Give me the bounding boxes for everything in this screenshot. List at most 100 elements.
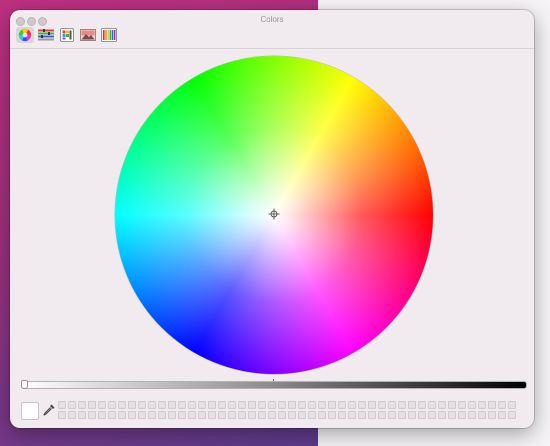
empty-swatch[interactable] xyxy=(248,411,256,419)
empty-swatch[interactable] xyxy=(318,411,326,419)
tab-image-palettes[interactable] xyxy=(79,27,97,43)
empty-swatch[interactable] xyxy=(168,401,176,409)
empty-swatch[interactable] xyxy=(448,411,456,419)
empty-swatch[interactable] xyxy=(478,411,486,419)
tab-pencils[interactable] xyxy=(100,27,118,43)
empty-swatch[interactable] xyxy=(388,411,396,419)
empty-swatch[interactable] xyxy=(438,411,446,419)
empty-swatch[interactable] xyxy=(218,401,226,409)
brightness-slider-knob[interactable] xyxy=(21,380,28,389)
empty-swatch[interactable] xyxy=(348,401,356,409)
empty-swatch[interactable] xyxy=(428,401,436,409)
empty-swatch[interactable] xyxy=(118,411,126,419)
empty-swatch[interactable] xyxy=(498,411,506,419)
tab-color-sliders[interactable] xyxy=(37,27,55,43)
empty-swatch[interactable] xyxy=(218,411,226,419)
empty-swatch[interactable] xyxy=(258,411,266,419)
empty-swatch[interactable] xyxy=(118,401,126,409)
empty-swatch[interactable] xyxy=(108,401,116,409)
empty-swatch[interactable] xyxy=(398,411,406,419)
tab-color-wheel[interactable] xyxy=(16,27,34,43)
empty-swatch[interactable] xyxy=(308,411,316,419)
empty-swatch[interactable] xyxy=(78,411,86,419)
empty-swatch[interactable] xyxy=(328,401,336,409)
empty-swatch[interactable] xyxy=(128,411,136,419)
color-wheel-crosshair[interactable] xyxy=(268,208,280,220)
empty-swatch[interactable] xyxy=(438,401,446,409)
empty-swatch[interactable] xyxy=(398,401,406,409)
empty-swatch[interactable] xyxy=(408,411,416,419)
empty-swatch[interactable] xyxy=(98,401,106,409)
empty-swatch[interactable] xyxy=(188,411,196,419)
empty-swatch[interactable] xyxy=(108,411,116,419)
empty-swatch[interactable] xyxy=(158,411,166,419)
empty-swatch[interactable] xyxy=(378,411,386,419)
empty-swatch[interactable] xyxy=(378,401,386,409)
empty-swatch[interactable] xyxy=(268,411,276,419)
empty-swatch[interactable] xyxy=(208,411,216,419)
empty-swatch[interactable] xyxy=(158,401,166,409)
empty-swatch[interactable] xyxy=(238,401,246,409)
empty-swatch[interactable] xyxy=(368,411,376,419)
empty-swatch[interactable] xyxy=(418,401,426,409)
empty-swatch[interactable] xyxy=(278,401,286,409)
brightness-slider[interactable] xyxy=(21,381,527,389)
empty-swatch[interactable] xyxy=(68,401,76,409)
current-color-swatch[interactable] xyxy=(21,402,39,420)
empty-swatch[interactable] xyxy=(88,401,96,409)
empty-swatch[interactable] xyxy=(418,411,426,419)
empty-swatch[interactable] xyxy=(128,401,136,409)
empty-swatch[interactable] xyxy=(148,401,156,409)
empty-swatch[interactable] xyxy=(448,401,456,409)
empty-swatch[interactable] xyxy=(138,411,146,419)
empty-swatch[interactable] xyxy=(98,411,106,419)
empty-swatch[interactable] xyxy=(248,401,256,409)
empty-swatch[interactable] xyxy=(228,401,236,409)
empty-swatch[interactable] xyxy=(228,411,236,419)
empty-swatch[interactable] xyxy=(498,401,506,409)
empty-swatch[interactable] xyxy=(358,411,366,419)
empty-swatch[interactable] xyxy=(488,401,496,409)
empty-swatch[interactable] xyxy=(208,401,216,409)
empty-swatch[interactable] xyxy=(488,411,496,419)
empty-swatch[interactable] xyxy=(178,401,186,409)
empty-swatch[interactable] xyxy=(458,411,466,419)
empty-swatch[interactable] xyxy=(58,401,66,409)
empty-swatch[interactable] xyxy=(348,411,356,419)
empty-swatch[interactable] xyxy=(508,401,516,409)
empty-swatch[interactable] xyxy=(268,401,276,409)
empty-swatch[interactable] xyxy=(88,411,96,419)
empty-swatch[interactable] xyxy=(198,401,206,409)
empty-swatch[interactable] xyxy=(468,401,476,409)
empty-swatch[interactable] xyxy=(328,411,336,419)
empty-swatch[interactable] xyxy=(308,401,316,409)
empty-swatch[interactable] xyxy=(358,401,366,409)
empty-swatch[interactable] xyxy=(388,401,396,409)
empty-swatch[interactable] xyxy=(508,411,516,419)
empty-swatch[interactable] xyxy=(148,411,156,419)
empty-swatch[interactable] xyxy=(138,401,146,409)
empty-swatch[interactable] xyxy=(278,411,286,419)
empty-swatch[interactable] xyxy=(238,411,246,419)
empty-swatch[interactable] xyxy=(478,401,486,409)
empty-swatch[interactable] xyxy=(258,401,266,409)
empty-swatch[interactable] xyxy=(168,411,176,419)
eyedropper-icon[interactable] xyxy=(42,403,56,417)
empty-swatch[interactable] xyxy=(178,411,186,419)
empty-swatch[interactable] xyxy=(68,411,76,419)
empty-swatch[interactable] xyxy=(458,401,466,409)
empty-swatch[interactable] xyxy=(408,401,416,409)
empty-swatch[interactable] xyxy=(338,401,346,409)
empty-swatch[interactable] xyxy=(198,411,206,419)
empty-swatch[interactable] xyxy=(368,401,376,409)
empty-swatch[interactable] xyxy=(318,401,326,409)
tab-color-palettes[interactable] xyxy=(58,27,76,43)
empty-swatch[interactable] xyxy=(298,411,306,419)
empty-swatch[interactable] xyxy=(288,401,296,409)
empty-swatch[interactable] xyxy=(468,411,476,419)
empty-swatch[interactable] xyxy=(188,401,196,409)
empty-swatch[interactable] xyxy=(428,411,436,419)
empty-swatch[interactable] xyxy=(288,411,296,419)
empty-swatch[interactable] xyxy=(58,411,66,419)
empty-swatch[interactable] xyxy=(298,401,306,409)
